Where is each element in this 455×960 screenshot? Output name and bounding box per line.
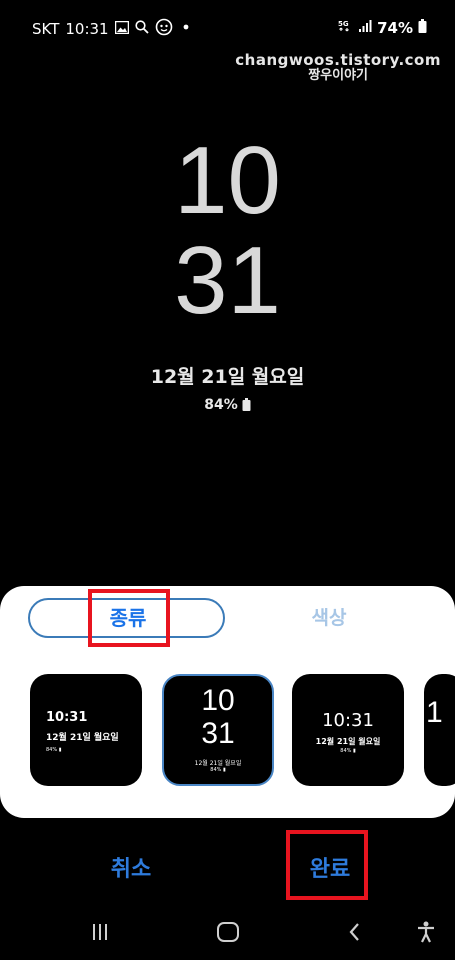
- watermark-name: 짱우이야기: [308, 68, 369, 83]
- face-app-icon: [155, 18, 173, 40]
- highlight-box-type-tab: [88, 589, 170, 647]
- lockscreen-date: 12월 21일 월요일: [150, 366, 305, 388]
- back-icon[interactable]: [343, 920, 367, 948]
- status-time: 10:31: [65, 20, 109, 38]
- lockscreen-battery: 84%: [0, 397, 455, 415]
- clock-hour: 10: [174, 127, 281, 234]
- clock-style-option-1[interactable]: 10:31 12월 21일 월요일 84% ▮: [30, 674, 142, 786]
- style2-battery: 84% ▮: [210, 767, 226, 773]
- style3-time: 10:31: [322, 710, 374, 731]
- signal-icon: [358, 19, 372, 37]
- home-icon[interactable]: [215, 920, 241, 948]
- style1-battery: 84% ▮: [46, 747, 62, 753]
- network-5g-icon: 5G: [337, 18, 353, 38]
- battery-icon: [242, 398, 251, 415]
- cancel-button[interactable]: 취소: [96, 850, 166, 890]
- watermark-site: changwoos.tistory.com: [235, 51, 441, 69]
- status-right: 5G 74%: [337, 18, 427, 38]
- style2-hour: 10: [201, 684, 235, 717]
- clock-style-panel: 종류 색상 10:31 12월 21일 월요일 84% ▮ 10 31 12월 …: [0, 586, 455, 818]
- style1-time: 10:31: [46, 710, 88, 725]
- lockscreen-battery-percent: 84%: [204, 397, 238, 413]
- highlight-box-done-button: [286, 830, 368, 900]
- navigation-bar: [0, 910, 455, 956]
- clock-style-option-4[interactable]: 1: [424, 674, 455, 786]
- style2-minute: 31: [201, 717, 235, 750]
- status-battery-percent: 74%: [377, 19, 413, 37]
- recent-apps-icon[interactable]: [88, 920, 112, 948]
- search-icon: [134, 20, 149, 38]
- style3-battery: 84% ▮: [340, 748, 356, 754]
- style3-date: 12월 21일 월요일: [315, 737, 381, 746]
- accessibility-icon[interactable]: [414, 920, 438, 948]
- style1-date: 12월 21일 월요일: [46, 733, 119, 743]
- clock-minute: 31: [174, 227, 281, 334]
- clock-style-option-2[interactable]: 10 31 12월 21일 월요일 84% ▮: [162, 674, 274, 786]
- style4-hour: 1: [426, 696, 443, 729]
- watermark: changwoos.tistory.com 짱우이야기: [235, 52, 441, 84]
- status-left: SKT 10:31: [32, 18, 193, 40]
- tab-color[interactable]: 색상: [295, 600, 363, 636]
- battery-icon: [418, 19, 427, 37]
- dot-icon: [179, 20, 193, 38]
- clock-style-option-3[interactable]: 10:31 12월 21일 월요일 84% ▮: [292, 674, 404, 786]
- gallery-icon: [114, 20, 129, 38]
- style2-date: 12월 21일 월요일: [194, 760, 242, 767]
- svg-text:5G: 5G: [338, 20, 349, 28]
- status-bar: SKT 10:31 5G 74%: [0, 0, 455, 56]
- carrier-label: SKT: [32, 20, 60, 38]
